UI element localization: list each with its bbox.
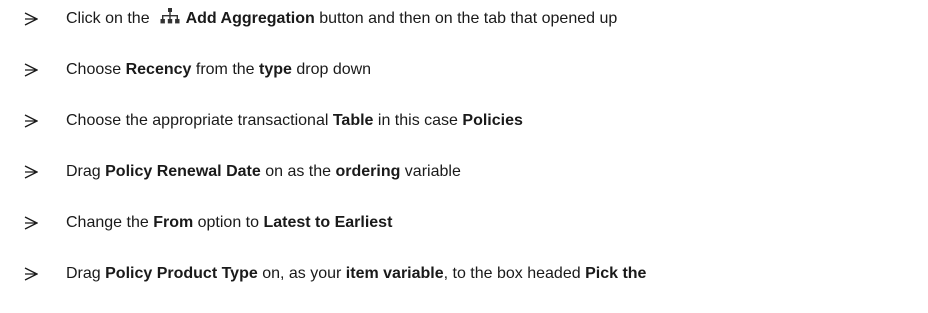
instruction-text: Drag Policy Product Type on, as your ite… [66, 265, 647, 282]
instruction-text: Drag Policy Renewal Date on as the order… [66, 163, 461, 180]
button-name: Add Aggregation [185, 10, 315, 27]
arrowhead-bullet-icon [24, 114, 38, 128]
instruction-item: Drag Policy Product Type on, as your ite… [0, 262, 928, 286]
arrowhead-bullet-icon [24, 63, 38, 77]
instruction-list: Click on the Add Aggregation button and … [0, 0, 928, 313]
instruction-item: Choose the appropriate transactional Tab… [0, 109, 928, 133]
add-aggregation-icon [160, 8, 180, 24]
instruction-item: Choose Recency from the type drop down [0, 58, 928, 82]
instruction-text: Change the From option to Latest to Earl… [66, 214, 393, 231]
instruction-item: Drag Policy Renewal Date on as the order… [0, 160, 928, 184]
arrowhead-bullet-icon [24, 267, 38, 281]
arrowhead-bullet-icon [24, 12, 38, 26]
arrowhead-bullet-icon [24, 216, 38, 230]
instruction-item: Click on the Add Aggregation button and … [0, 7, 928, 31]
instruction-text: Click on the Add Aggregation button and … [66, 8, 618, 27]
instruction-item: Change the From option to Latest to Earl… [0, 211, 928, 235]
arrowhead-bullet-icon [24, 165, 38, 179]
instruction-text: Choose the appropriate transactional Tab… [66, 112, 523, 129]
instruction-text: Choose Recency from the type drop down [66, 61, 372, 78]
